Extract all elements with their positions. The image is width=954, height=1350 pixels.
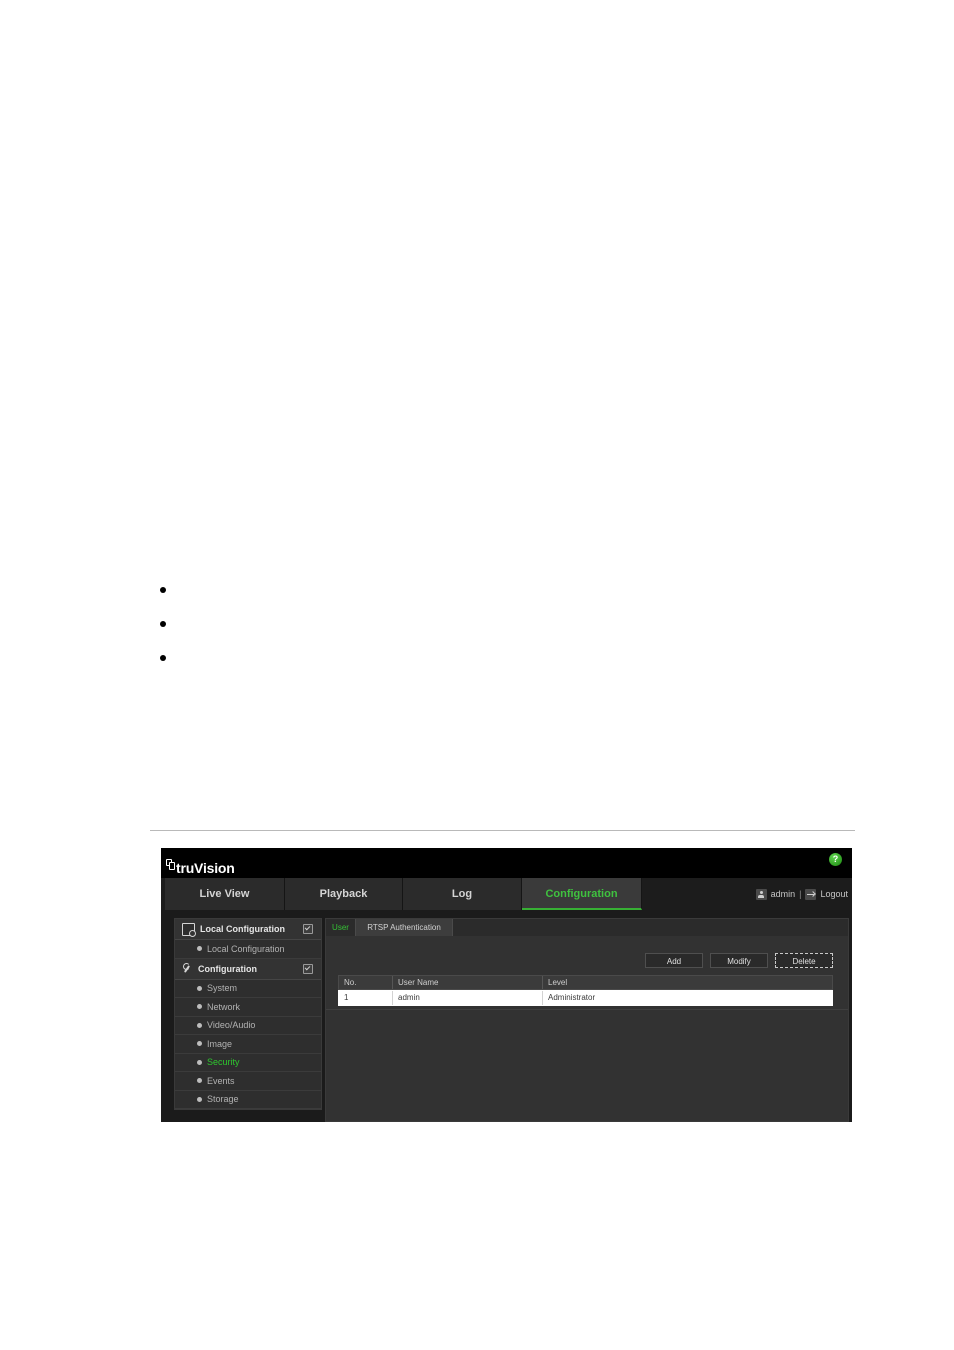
bullet-icon — [197, 946, 202, 952]
sidebar-item-label: Video/Audio — [207, 1020, 256, 1031]
action-button-row: Add Modify Delete — [645, 953, 833, 968]
collapse-checkbox-icon[interactable] — [303, 963, 313, 974]
sub-tab-bar: User RTSP Authentication — [326, 919, 848, 937]
sidebar-item-storage[interactable]: Storage — [175, 1090, 321, 1109]
modify-button[interactable]: Modify — [710, 953, 768, 968]
wrench-icon — [182, 963, 193, 974]
brand-logo: truVision — [166, 853, 235, 875]
bullet-icon — [197, 1022, 202, 1028]
bullet-icon — [160, 621, 166, 627]
main-tab-bar: Live View Playback Log Configuration adm… — [161, 878, 852, 911]
user-panel: Add Modify Delete No. User Name Level 1 … — [326, 936, 848, 1121]
bullet-icon — [197, 985, 202, 991]
sidebar-item-label: Local Configuration — [207, 943, 285, 954]
bullet-icon — [160, 587, 166, 593]
bullet-icon — [197, 1096, 202, 1102]
cell-level: Administrator — [548, 993, 596, 1002]
truvision-logo-icon — [166, 859, 175, 870]
brand-name: truVision — [176, 860, 235, 876]
account-area: admin | Logout — [755, 878, 848, 910]
sidebar-item-label: Storage — [207, 1094, 239, 1105]
bullet-list — [150, 578, 550, 680]
bullet-icon — [197, 1041, 202, 1047]
user-icon — [755, 888, 767, 900]
tab-log[interactable]: Log — [403, 878, 522, 910]
user-table: No. User Name Level 1 admin Administrato… — [338, 975, 833, 1006]
column-header-user-name: User Name — [393, 976, 543, 989]
bullet-icon — [197, 1004, 202, 1010]
column-header-level: Level — [548, 978, 568, 987]
horizontal-divider — [150, 830, 855, 831]
camera-web-interface: truVision ? Live View Playback Log Confi… — [161, 848, 852, 1122]
app-body: Local Configuration Local Configuration … — [161, 910, 852, 1122]
sidebar-group-label: Configuration — [198, 963, 257, 974]
bullet-icon — [160, 655, 166, 661]
sidebar-item-system[interactable]: System — [175, 979, 321, 998]
sidebar-item-label: Events — [207, 1075, 235, 1086]
table-row[interactable]: 1 admin Administrator — [338, 990, 833, 1006]
sidebar-group-label: Local Configuration — [200, 924, 285, 934]
help-icon[interactable]: ? — [829, 853, 842, 866]
column-header-no: No. — [339, 976, 393, 989]
sidebar-item-security[interactable]: Security — [175, 1053, 321, 1072]
list-item — [150, 578, 550, 612]
account-separator: | — [799, 889, 802, 899]
bullet-icon — [197, 1059, 202, 1065]
sidebar-group-local-configuration[interactable]: Local Configuration — [175, 919, 321, 940]
bullet-icon — [197, 1078, 202, 1084]
sidebar-item-label: Image — [207, 1038, 233, 1049]
tab-live-view[interactable]: Live View — [165, 878, 285, 910]
collapse-checkbox-icon[interactable] — [303, 924, 313, 934]
cell-no: 1 — [339, 991, 393, 1005]
cell-user-name: admin — [393, 991, 543, 1005]
sidebar-item-image[interactable]: Image — [175, 1035, 321, 1054]
sidebar: Local Configuration Local Configuration … — [174, 918, 322, 1110]
tab-playback[interactable]: Playback — [285, 878, 403, 910]
table-header-row: No. User Name Level — [338, 975, 833, 990]
sidebar-item-video-audio[interactable]: Video/Audio — [175, 1016, 321, 1035]
delete-button[interactable]: Delete — [775, 953, 833, 968]
sidebar-item-label: Network — [207, 1001, 241, 1012]
content-panel: User RTSP Authentication Add Modify Dele… — [325, 918, 849, 1122]
sidebar-group-configuration[interactable]: Configuration — [175, 958, 321, 980]
list-item — [150, 646, 550, 680]
sidebar-item-events[interactable]: Events — [175, 1072, 321, 1091]
sidebar-item-network[interactable]: Network — [175, 998, 321, 1017]
list-item — [150, 612, 550, 646]
add-button[interactable]: Add — [645, 953, 703, 968]
tab-configuration[interactable]: Configuration — [522, 878, 642, 910]
sidebar-item-label: System — [207, 983, 238, 994]
tab-user[interactable]: User — [326, 919, 356, 936]
sidebar-item-local-configuration[interactable]: Local Configuration — [175, 940, 321, 959]
tab-rtsp-authentication[interactable]: RTSP Authentication — [356, 919, 453, 936]
logout-icon[interactable] — [805, 888, 817, 900]
logout-button[interactable]: Logout — [820, 878, 848, 910]
camera-icon — [182, 922, 196, 937]
panel-divider — [326, 1009, 848, 1010]
app-header: truVision ? — [161, 848, 852, 878]
sidebar-item-label: Security — [207, 1057, 240, 1068]
current-user-label: admin — [770, 889, 796, 899]
